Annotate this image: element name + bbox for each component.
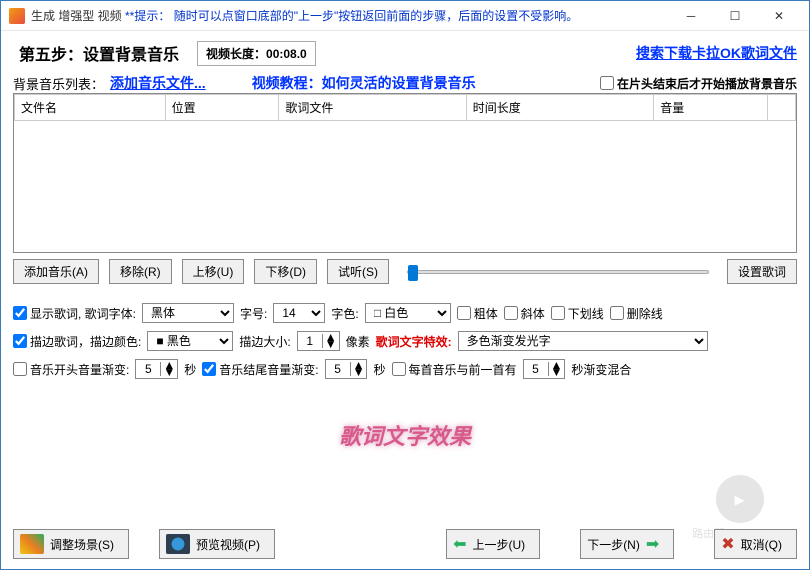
footer: 调整场景(S) 预览视频(P) ⬅ 上一步(U) 下一步(N) ➡ ✖ 取消(Q… [13,529,797,559]
arrow-left-icon: ⬅ [453,534,466,554]
outline-size-spinner[interactable]: ▲▼ [297,331,340,351]
maximize-button[interactable]: ☐ [713,2,757,30]
col-volume[interactable]: 音量 [654,95,768,121]
strike-checkbox[interactable]: 删除线 [610,305,663,322]
effect-select[interactable]: 多色渐变发光字 [458,331,708,351]
content-area: 第五步：设置背景音乐 视频长度：00:08.0 搜索下载卡拉OK歌词文件 背景音… [1,31,809,459]
watermark-icon: ▸ [716,475,764,523]
lyrics-effect-preview: 歌词文字效果 [13,419,797,451]
audio-position-slider[interactable] [407,270,709,274]
col-extra[interactable] [768,95,796,121]
outline-size-label: 描边大小: [239,333,290,350]
scene-icon [20,534,44,554]
sec2: 秒 [373,361,385,378]
col-position[interactable]: 位置 [165,95,279,121]
music-table[interactable]: 文件名 位置 歌词文件 时间长度 音量 [13,93,797,253]
preview-icon [166,534,190,554]
app-icon [9,8,25,24]
close-button[interactable]: ✕ [757,2,801,30]
move-up-button[interactable]: 上移(U) [182,259,245,284]
video-length-label: 视频长度： [206,47,266,61]
play-after-title-label: 在片头结束后才开始播放背景音乐 [617,75,797,92]
bold-checkbox[interactable]: 粗体 [457,305,498,322]
italic-checkbox[interactable]: 斜体 [504,305,545,322]
tutorial-link[interactable]: 视频教程：如何灵活的设置背景音乐 [252,73,476,93]
gap-checkbox[interactable]: 每首音乐与前一首有 [392,361,517,378]
color-label: 字色: [331,305,358,322]
col-duration[interactable]: 时间长度 [466,95,653,121]
window-controls: ─ ☐ ✕ [669,2,801,30]
arrow-right-icon: ➡ [646,534,659,554]
slider-thumb[interactable] [408,265,418,281]
effect-label: 歌词文字特效: [376,333,452,350]
pixels-label: 像素 [346,333,370,350]
col-filename[interactable]: 文件名 [15,95,166,121]
title-hint-text: 随时可以点窗口底部的"上一步"按钮返回前面的步骤，后面的设置不受影响。 [174,9,579,23]
sec1: 秒 [184,361,196,378]
fade-in-spinner[interactable]: ▲▼ [135,359,178,379]
fade-in-checkbox[interactable]: 音乐开头音量渐变: [13,361,129,378]
gap-suffix: 秒渐变混合 [571,361,631,378]
outline-color-select[interactable]: ■ 黑色 [147,331,233,351]
app-window: 生成 增强型 视频 **提示： 随时可以点窗口底部的"上一步"按钮返回前面的步骤… [0,0,810,570]
title-prefix: 生成 增强型 视频 [31,9,125,23]
outline-checkbox[interactable]: 描边歌词，描边颜色: [13,333,141,350]
add-music-file-link[interactable]: 添加音乐文件... [110,73,206,93]
search-lyrics-link[interactable]: 搜索下载卡拉OK歌词文件 [636,43,797,63]
cancel-button[interactable]: ✖ 取消(Q) [714,529,797,559]
preview-video-button[interactable]: 预览视频(P) [159,529,275,559]
minimize-button[interactable]: ─ [669,2,713,30]
color-select[interactable]: □ 白色 [365,303,451,323]
titlebar: 生成 增强型 视频 **提示： 随时可以点窗口底部的"上一步"按钮返回前面的步骤… [1,1,809,31]
window-title: 生成 增强型 视频 **提示： 随时可以点窗口底部的"上一步"按钮返回前面的步骤… [31,7,669,24]
size-select[interactable]: 14 [273,303,325,323]
bgm-list-label: 背景音乐列表： [13,74,104,93]
col-lyrics[interactable]: 歌词文件 [279,95,466,121]
video-length-value: 00:08.0 [266,47,307,61]
title-hint-label: **提示： [125,9,170,23]
play-after-title-checkbox[interactable]: 在片头结束后才开始播放背景音乐 [600,75,797,92]
size-label: 字号: [240,305,267,322]
underline-checkbox[interactable]: 下划线 [551,305,604,322]
set-lyrics-button[interactable]: 设置歌词 [727,259,797,284]
gap-spinner[interactable]: ▲▼ [523,359,566,379]
preview-audio-button[interactable]: 试听(S) [327,259,389,284]
cancel-icon: ✖ [721,534,734,554]
fade-out-checkbox[interactable]: 音乐结尾音量渐变: [202,361,318,378]
next-step-button[interactable]: 下一步(N) ➡ [580,529,674,559]
step-title: 第五步：设置背景音乐 [13,39,185,67]
show-lyrics-checkbox[interactable]: 显示歌词, 歌词字体: [13,305,136,322]
move-down-button[interactable]: 下移(D) [254,259,317,284]
adjust-scene-button[interactable]: 调整场景(S) [13,529,129,559]
prev-step-button[interactable]: ⬅ 上一步(U) [446,529,540,559]
fade-out-spinner[interactable]: ▲▼ [325,359,368,379]
font-select[interactable]: 黑体 [142,303,234,323]
video-length-box: 视频长度：00:08.0 [197,41,316,66]
add-music-button[interactable]: 添加音乐(A) [13,259,99,284]
spin-down-icon[interactable]: ▼ [323,341,339,348]
remove-button[interactable]: 移除(R) [109,259,172,284]
play-after-title-input[interactable] [600,76,614,90]
